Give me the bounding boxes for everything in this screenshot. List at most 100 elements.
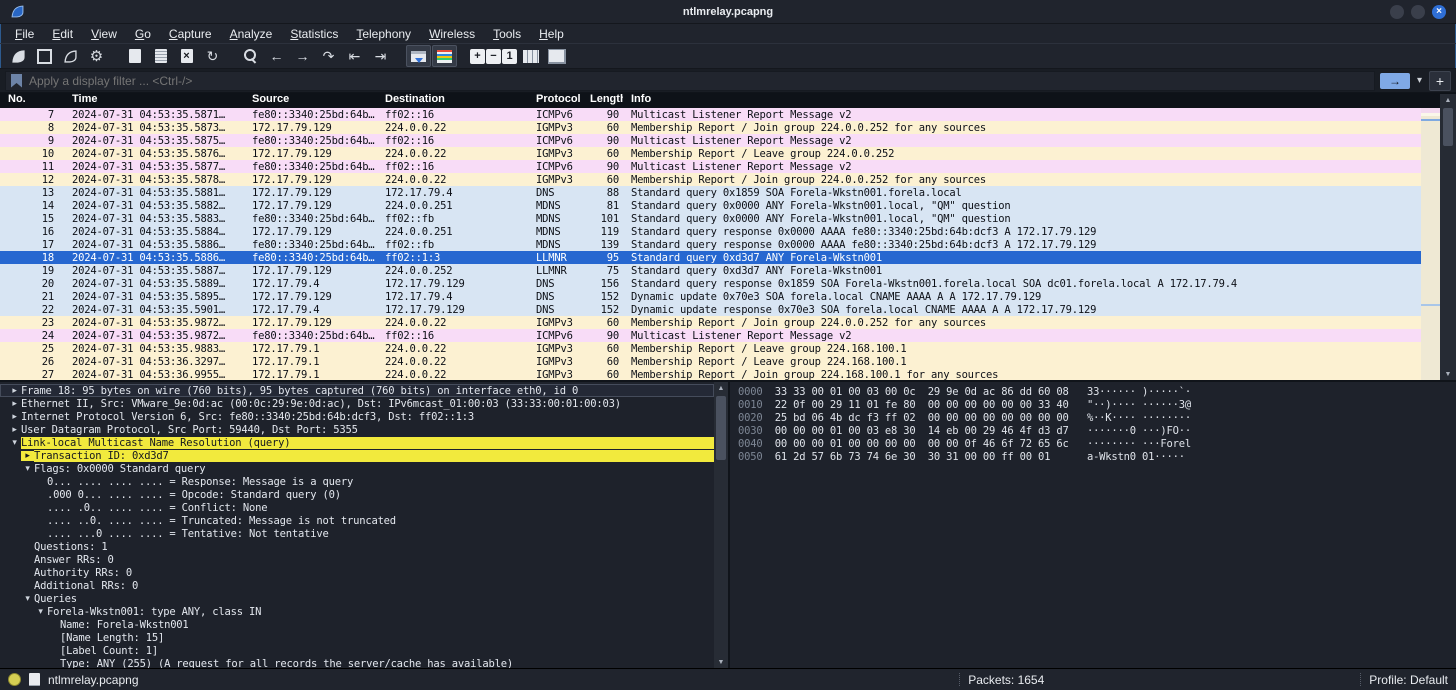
column-header-info[interactable]: Info	[623, 93, 1456, 108]
menu-item-telephony[interactable]: Telephony	[347, 26, 420, 42]
expand-arrow-icon[interactable]: ▸	[8, 399, 21, 409]
hex-row[interactable]: 0040 00 00 00 01 00 00 00 00 00 00 0f 46…	[738, 438, 1456, 451]
menu-item-wireless[interactable]: Wireless	[420, 26, 484, 42]
packet-row-15[interactable]: 152024-07-31 04:53:35.5883…fe80::3340:25…	[0, 212, 1456, 225]
column-header-length[interactable]: Length	[582, 93, 623, 108]
packet-row-17[interactable]: 172024-07-31 04:53:35.5886…fe80::3340:25…	[0, 238, 1456, 251]
find-packet-icon[interactable]	[238, 45, 263, 67]
detail-line[interactable]: .... .0.. .... .... = Conflict: None	[0, 501, 714, 514]
packet-row-12[interactable]: 122024-07-31 04:53:35.5878…172.17.79.129…	[0, 173, 1456, 186]
collapse-arrow-icon[interactable]: ▾	[34, 607, 47, 617]
packet-row-23[interactable]: 232024-07-31 04:53:35.9872…172.17.79.129…	[0, 316, 1456, 329]
packet-row-18[interactable]: 182024-07-31 04:53:35.5886…fe80::3340:25…	[0, 251, 1456, 264]
packet-row-16[interactable]: 162024-07-31 04:53:35.5884…172.17.79.129…	[0, 225, 1456, 238]
detail-line[interactable]: ▸Transaction ID: 0xd3d7	[0, 449, 714, 462]
menu-item-tools[interactable]: Tools	[484, 26, 530, 42]
hex-row[interactable]: 0030 00 00 00 01 00 03 e8 30 14 eb 00 29…	[738, 425, 1456, 438]
menu-item-edit[interactable]: Edit	[43, 26, 82, 42]
detail-line[interactable]: Answer RRs: 0	[0, 553, 714, 566]
close-button[interactable]: ×	[1432, 5, 1446, 19]
packet-row-20[interactable]: 202024-07-31 04:53:35.5889…172.17.79.417…	[0, 277, 1456, 290]
go-to-packet-icon[interactable]: ↷	[316, 45, 341, 67]
zoom-100-icon[interactable]: 1	[502, 49, 517, 64]
menu-item-help[interactable]: Help	[530, 26, 573, 42]
detail-line[interactable]: Additional RRs: 0	[0, 579, 714, 592]
apply-filter-button[interactable]: →	[1380, 73, 1410, 89]
auto-scroll-icon[interactable]	[406, 45, 431, 67]
open-file-icon[interactable]	[122, 45, 147, 67]
expand-arrow-icon[interactable]: ▸	[8, 425, 21, 435]
hex-row[interactable]: 0000 33 33 00 01 00 03 00 0c 29 9e 0d ac…	[738, 386, 1456, 399]
menu-item-view[interactable]: View	[82, 26, 126, 42]
column-header-source[interactable]: Source	[244, 93, 377, 108]
packet-row-19[interactable]: 192024-07-31 04:53:35.5887…172.17.79.129…	[0, 264, 1456, 277]
colorize-packets-icon[interactable]	[432, 45, 457, 67]
detail-line[interactable]: [Name Length: 15]	[0, 631, 714, 644]
restart-capture-icon[interactable]	[58, 45, 83, 67]
save-file-icon[interactable]	[148, 45, 173, 67]
go-back-icon[interactable]: ←	[264, 45, 289, 67]
detail-line[interactable]: ▸User Datagram Protocol, Src Port: 59440…	[0, 423, 714, 436]
expand-arrow-icon[interactable]: ▸	[21, 451, 34, 461]
intelligent-scrollbar-minimap[interactable]	[1421, 108, 1440, 380]
column-header-protocol[interactable]: Protocol	[528, 93, 582, 108]
bookmark-icon[interactable]	[11, 74, 22, 88]
packet-row-10[interactable]: 102024-07-31 04:53:35.5876…172.17.79.129…	[0, 147, 1456, 160]
detail-line[interactable]: Questions: 1	[0, 540, 714, 553]
detail-line[interactable]: Name: Forela-Wkstn001	[0, 618, 714, 631]
detail-line[interactable]: Authority RRs: 0	[0, 566, 714, 579]
menu-item-file[interactable]: File	[6, 26, 43, 42]
packet-row-27[interactable]: 272024-07-31 04:53:36.9955…172.17.79.122…	[0, 368, 1456, 380]
display-filter-field[interactable]	[5, 71, 1375, 91]
status-profile[interactable]: Profile: Default	[1369, 673, 1448, 687]
display-filter-input[interactable]	[29, 74, 1374, 88]
detail-line[interactable]: ▸Internet Protocol Version 6, Src: fe80:…	[0, 410, 714, 423]
column-header-time[interactable]: Time	[64, 93, 244, 108]
start-capture-icon[interactable]	[6, 45, 31, 67]
hex-row[interactable]: 0050 61 2d 57 6b 73 74 6e 30 30 31 00 00…	[738, 451, 1456, 464]
stop-capture-icon[interactable]	[32, 45, 57, 67]
detail-line[interactable]: .000 0... .... .... = Opcode: Standard q…	[0, 488, 714, 501]
minimize-button[interactable]	[1390, 5, 1404, 19]
scroll-down-icon[interactable]: ▼	[1440, 368, 1456, 380]
packet-row-13[interactable]: 132024-07-31 04:53:35.5881…172.17.79.129…	[0, 186, 1456, 199]
menu-item-analyze[interactable]: Analyze	[221, 26, 282, 42]
collapse-arrow-icon[interactable]: ▾	[21, 594, 34, 604]
close-file-icon[interactable]	[174, 45, 199, 67]
detail-line[interactable]: ▾Queries	[0, 592, 714, 605]
packet-row-14[interactable]: 142024-07-31 04:53:35.5882…172.17.79.129…	[0, 199, 1456, 212]
filter-dropdown-caret-icon[interactable]: ▾	[1415, 75, 1424, 86]
capture-comments-icon[interactable]	[29, 673, 40, 686]
expand-arrow-icon[interactable]: ▸	[8, 386, 21, 396]
scroll-up-icon[interactable]: ▲	[714, 382, 728, 394]
zoom-in-icon[interactable]: +	[470, 49, 485, 64]
reload-file-icon[interactable]: ↻	[200, 45, 225, 67]
expert-info-icon[interactable]	[8, 673, 21, 686]
packet-row-8[interactable]: 82024-07-31 04:53:35.5873…172.17.79.1292…	[0, 121, 1456, 134]
resize-columns-icon[interactable]	[518, 45, 543, 67]
detail-line[interactable]: .... ...0 .... .... = Tentative: Not ten…	[0, 527, 714, 540]
packet-row-26[interactable]: 262024-07-31 04:53:36.3297…172.17.79.122…	[0, 355, 1456, 368]
go-last-packet-icon[interactable]: ⇥	[368, 45, 393, 67]
layout-icon[interactable]	[544, 45, 569, 67]
detail-line[interactable]: ▾Flags: 0x0000 Standard query	[0, 462, 714, 475]
capture-options-icon[interactable]: ⚙	[84, 45, 109, 67]
hex-row[interactable]: 0020 25 bd 06 4b dc f3 ff 02 00 00 00 00…	[738, 412, 1456, 425]
packet-row-24[interactable]: 242024-07-31 04:53:35.9872…fe80::3340:25…	[0, 329, 1456, 342]
scrollbar-thumb[interactable]	[716, 396, 726, 460]
detail-line[interactable]: .... ..0. .... .... = Truncated: Message…	[0, 514, 714, 527]
packet-row-21[interactable]: 212024-07-31 04:53:35.5895…172.17.79.129…	[0, 290, 1456, 303]
packet-row-7[interactable]: 72024-07-31 04:53:35.5871…fe80::3340:25b…	[0, 108, 1456, 121]
scroll-down-icon[interactable]: ▼	[714, 656, 728, 668]
packet-row-22[interactable]: 222024-07-31 04:53:35.5901…172.17.79.417…	[0, 303, 1456, 316]
collapse-arrow-icon[interactable]: ▾	[21, 464, 34, 474]
scroll-up-icon[interactable]: ▲	[1440, 94, 1456, 106]
collapse-arrow-icon[interactable]: ▾	[8, 438, 21, 448]
menu-item-go[interactable]: Go	[126, 26, 160, 42]
detail-line[interactable]: [Label Count: 1]	[0, 644, 714, 657]
detail-line[interactable]: 0... .... .... .... = Response: Message …	[0, 475, 714, 488]
packet-row-11[interactable]: 112024-07-31 04:53:35.5877…fe80::3340:25…	[0, 160, 1456, 173]
add-filter-button[interactable]: +	[1429, 71, 1451, 91]
column-header-no[interactable]: No.	[0, 93, 64, 108]
detail-line[interactable]: ▸Frame 18: 95 bytes on wire (760 bits), …	[0, 384, 714, 397]
